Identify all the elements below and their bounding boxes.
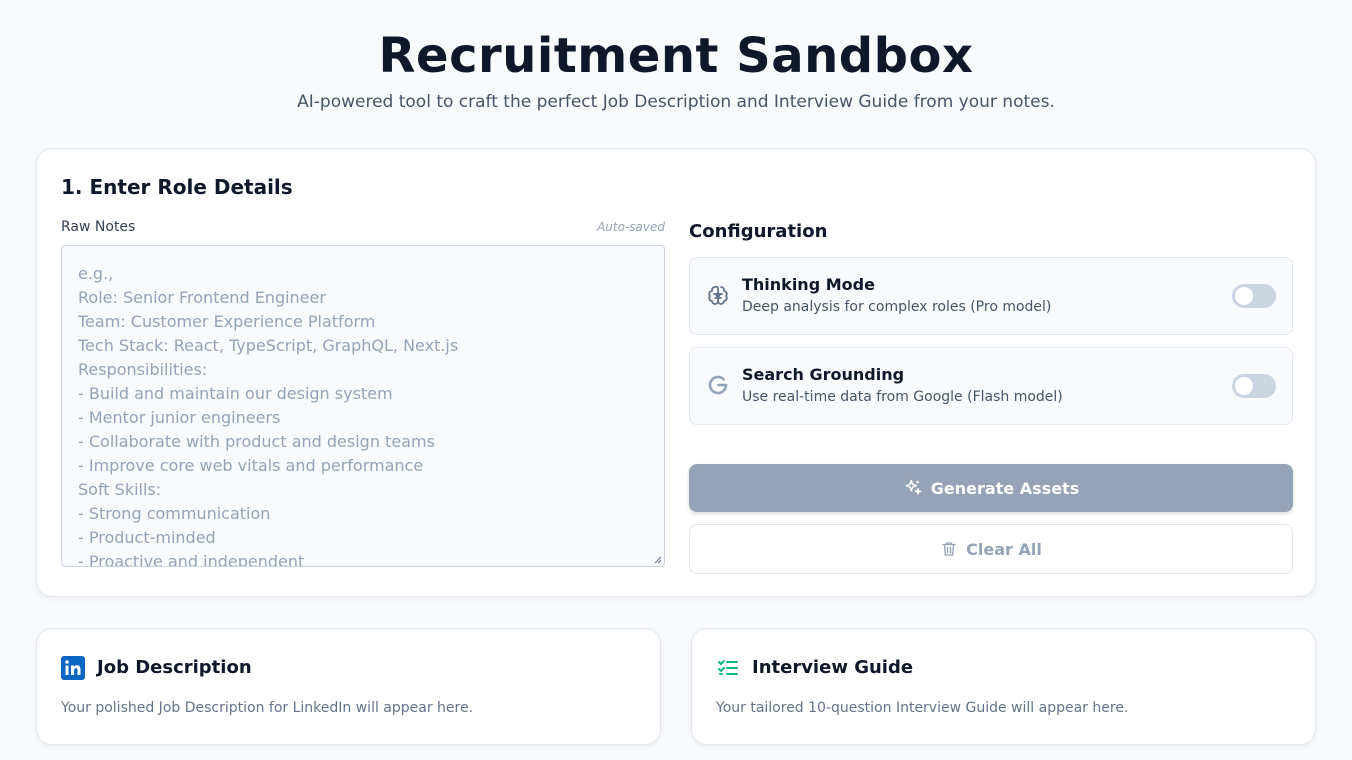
clear-all-label: Clear All — [966, 539, 1042, 559]
generate-assets-button[interactable]: Generate Assets — [689, 464, 1293, 512]
raw-notes-textarea[interactable]: e.g., Role: Senior Frontend Engineer Tea… — [61, 245, 665, 567]
raw-notes-placeholder: e.g., Role: Senior Frontend Engineer Tea… — [78, 264, 459, 567]
page-header: Recruitment Sandbox AI-powered tool to c… — [0, 0, 1352, 113]
job-description-title: Job Description — [97, 657, 252, 678]
interview-guide-card: Interview Guide Your tailored 10-questio… — [691, 628, 1316, 745]
search-grounding-title: Search Grounding — [742, 365, 905, 384]
thinking-mode-title: Thinking Mode — [742, 275, 875, 294]
generate-assets-label: Generate Assets — [930, 478, 1080, 498]
toggle-knob — [1234, 376, 1254, 396]
search-grounding-toggle[interactable] — [1232, 374, 1276, 398]
configuration-title: Configuration — [689, 221, 828, 242]
sparkles-icon — [905, 479, 922, 495]
role-details-card: 1. Enter Role Details Raw Notes Auto-sav… — [36, 148, 1316, 597]
checklist-icon — [718, 660, 738, 675]
clear-all-button[interactable]: Clear All — [689, 524, 1293, 574]
job-description-placeholder: Your polished Job Description for Linked… — [61, 700, 474, 716]
interview-guide-title: Interview Guide — [752, 657, 914, 678]
page-title: Recruitment Sandbox — [378, 28, 974, 84]
linkedin-icon — [61, 656, 85, 680]
autosave-status: Auto-saved — [597, 220, 665, 234]
toggle-knob — [1234, 286, 1254, 306]
thinking-mode-option: Thinking Mode Deep analysis for complex … — [689, 257, 1293, 335]
raw-notes-label: Raw Notes — [61, 219, 136, 235]
interview-guide-placeholder: Your tailored 10-question Interview Guid… — [716, 700, 1129, 716]
google-g-icon — [708, 375, 728, 395]
role-details-title: 1. Enter Role Details — [61, 175, 293, 199]
job-description-card: Job Description Your polished Job Descri… — [36, 628, 661, 745]
thinking-mode-description: Deep analysis for complex roles (Pro mod… — [742, 299, 1052, 315]
trash-icon — [942, 542, 956, 556]
search-grounding-option: Search Grounding Use real-time data from… — [689, 347, 1293, 425]
page-subtitle: AI-powered tool to craft the perfect Job… — [297, 92, 1055, 112]
search-grounding-description: Use real-time data from Google (Flash mo… — [742, 389, 1063, 405]
brain-icon — [708, 285, 728, 305]
resize-handle-icon[interactable] — [654, 556, 662, 564]
thinking-mode-toggle[interactable] — [1232, 284, 1276, 308]
